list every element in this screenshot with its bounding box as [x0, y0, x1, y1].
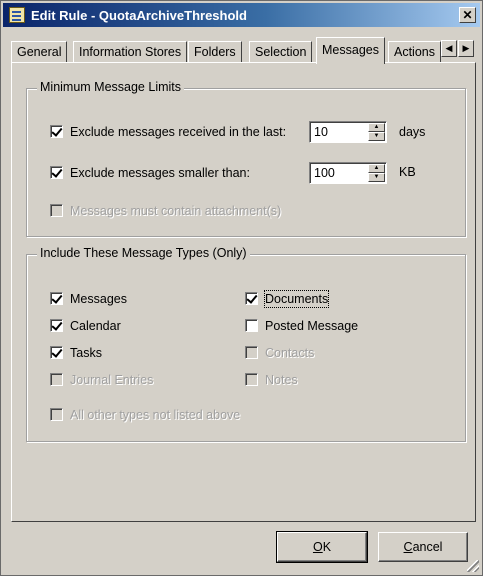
type-posted-message-checkbox[interactable]: Posted Message — [245, 318, 385, 334]
checkbox-box[interactable] — [50, 319, 63, 332]
checkbox-box[interactable] — [245, 292, 258, 305]
checkbox-label: Exclude messages smaller than: — [70, 166, 250, 180]
close-button[interactable]: ✕ — [459, 7, 476, 23]
cancel-access-key: C — [403, 540, 413, 554]
spin-up-icon[interactable]: ▲ — [368, 164, 385, 173]
stepper-value: 100 — [314, 166, 335, 180]
rule-icon — [9, 7, 25, 23]
tab-selection[interactable]: Selection — [249, 41, 313, 63]
spin-down-icon[interactable]: ▼ — [368, 173, 385, 182]
checkbox-label: Messages must contain attachment(s) — [70, 204, 282, 218]
checkbox-box[interactable] — [50, 166, 63, 179]
spin-up-icon[interactable]: ▲ — [368, 123, 385, 132]
ok-access-key: O — [312, 540, 323, 554]
tab-information-stores[interactable]: Information Stores — [73, 41, 188, 63]
tab-actions[interactable]: Actions — [388, 41, 441, 63]
type-calendar-checkbox[interactable]: Calendar — [50, 318, 170, 334]
kb-unit-label: KB — [399, 165, 416, 179]
title-bar[interactable]: Edit Rule - QuotaArchiveThreshold ✕ — [3, 3, 480, 27]
checkbox-box[interactable] — [50, 204, 63, 217]
messages-tab-panel: Minimum Message Limits Exclude messages … — [11, 62, 476, 522]
checkbox-label: Exclude messages received in the last: — [70, 125, 287, 139]
resize-grip-icon[interactable] — [467, 560, 479, 572]
checkbox-box[interactable] — [50, 292, 63, 305]
checkbox-box[interactable] — [50, 346, 63, 359]
checkbox-label: Journal Entries — [70, 373, 154, 387]
type-journal-entries-checkbox[interactable]: Journal Entries — [50, 372, 190, 388]
checkbox-box[interactable] — [245, 319, 258, 332]
checkbox-label: Contacts — [265, 346, 315, 360]
type-messages-checkbox[interactable]: Messages — [50, 291, 170, 307]
checkbox-box[interactable] — [50, 408, 63, 421]
tab-strip: General Information Stores Folders Selec… — [11, 37, 476, 64]
checkbox-label: Tasks — [70, 346, 102, 360]
checkbox-label: Documents — [263, 290, 330, 308]
minimum-message-limits-group: Minimum Message Limits Exclude messages … — [26, 80, 466, 237]
cancel-label-rest: ancel — [412, 540, 443, 554]
stepper-buttons: ▲ ▼ — [368, 164, 385, 182]
checkbox-label: Notes — [265, 373, 298, 387]
checkbox-label: Calendar — [70, 319, 121, 333]
checkbox-label: Posted Message — [265, 319, 359, 333]
type-notes-checkbox[interactable]: Notes — [245, 372, 365, 388]
stepper-value: 10 — [314, 125, 328, 139]
group-title: Include These Message Types (Only) — [37, 246, 250, 260]
exclude-received-checkbox[interactable]: Exclude messages received in the last: — [50, 124, 310, 140]
tab-scroll-left-icon[interactable]: ◀ — [441, 40, 457, 57]
checkbox-box[interactable] — [245, 346, 258, 359]
spin-down-icon[interactable]: ▼ — [368, 132, 385, 141]
group-title: Minimum Message Limits — [37, 80, 185, 94]
type-documents-checkbox[interactable]: Documents — [245, 290, 365, 308]
window-title: Edit Rule - QuotaArchiveThreshold — [31, 8, 247, 23]
edit-rule-dialog: Edit Rule - QuotaArchiveThreshold ✕ Gene… — [0, 0, 483, 576]
include-message-types-group: Include These Message Types (Only) Messa… — [26, 246, 466, 442]
type-contacts-checkbox[interactable]: Contacts — [245, 345, 365, 361]
ok-label-rest: K — [322, 540, 332, 554]
tab-scroll-right-icon[interactable]: ▶ — [458, 40, 474, 57]
checkbox-label: All other types not listed above — [70, 408, 241, 422]
checkbox-box[interactable] — [245, 373, 258, 386]
stepper-buttons: ▲ ▼ — [368, 123, 385, 141]
ok-button[interactable]: OK — [276, 531, 368, 563]
received-days-stepper[interactable]: 10 ▲ ▼ — [309, 121, 387, 143]
type-tasks-checkbox[interactable]: Tasks — [50, 345, 170, 361]
checkbox-label: Messages — [70, 292, 127, 306]
cancel-button[interactable]: Cancel — [378, 532, 468, 562]
smaller-kb-stepper[interactable]: 100 ▲ ▼ — [309, 162, 387, 184]
checkbox-box[interactable] — [50, 125, 63, 138]
tab-messages[interactable]: Messages — [316, 37, 385, 64]
tab-general[interactable]: General — [11, 41, 68, 63]
days-unit-label: days — [399, 125, 426, 139]
checkbox-box[interactable] — [50, 373, 63, 386]
type-all-other-checkbox[interactable]: All other types not listed above — [50, 407, 290, 423]
tab-folders[interactable]: Folders — [188, 41, 242, 63]
must-contain-attachment-checkbox[interactable]: Messages must contain attachment(s) — [50, 203, 310, 219]
exclude-smaller-checkbox[interactable]: Exclude messages smaller than: — [50, 165, 290, 181]
